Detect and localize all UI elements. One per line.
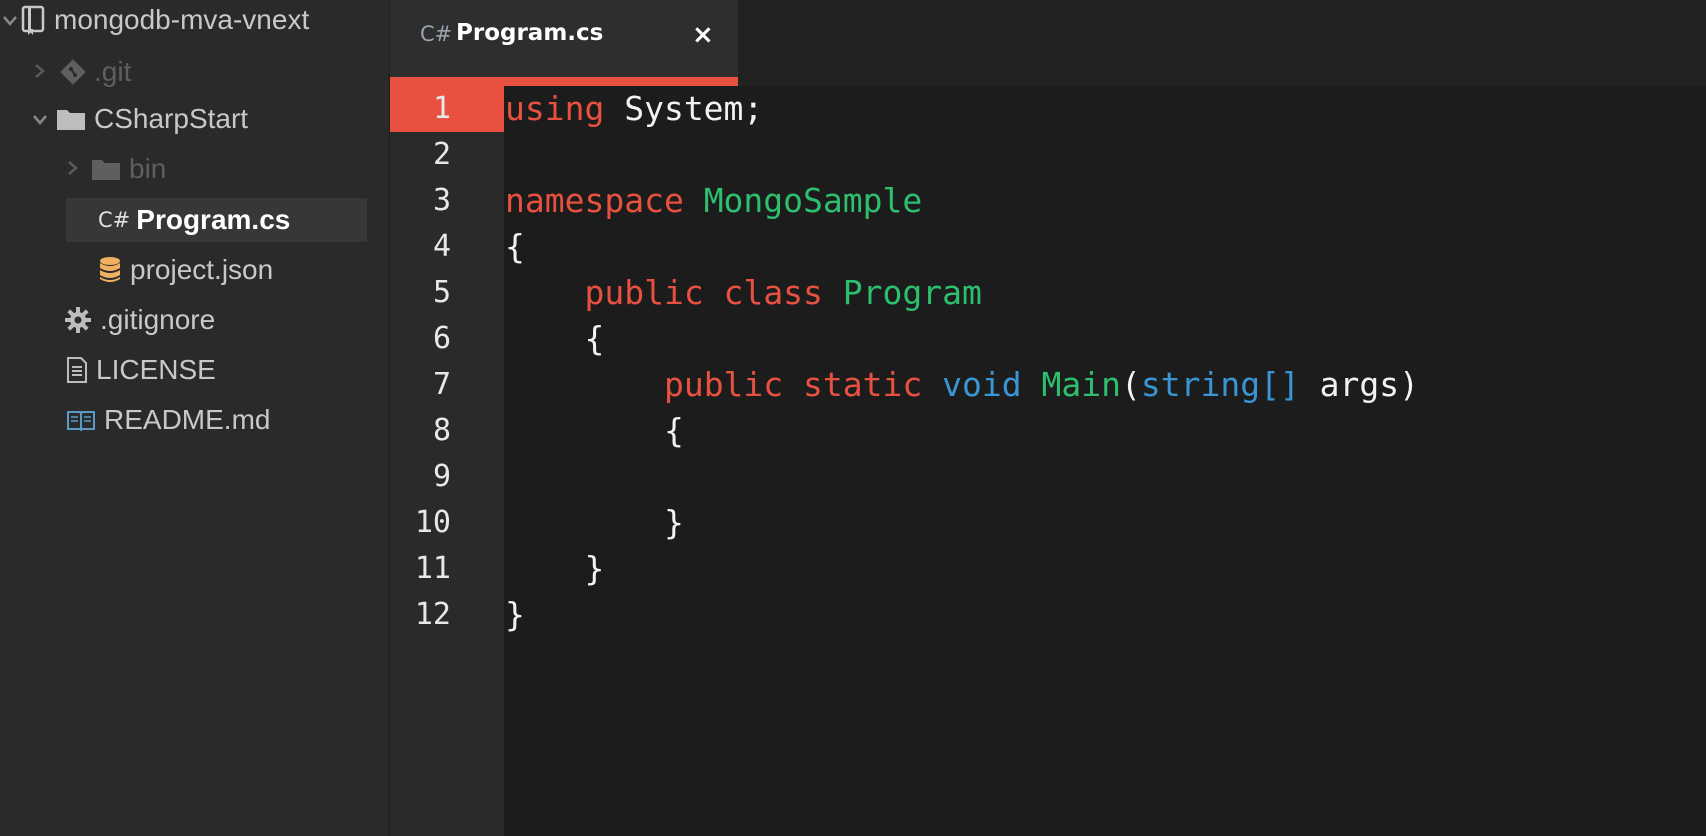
code-line[interactable]: namespace MongoSample: [505, 178, 922, 224]
tree-item-csharpstart[interactable]: CSharpStart: [30, 97, 248, 141]
code-token: System;: [604, 89, 764, 128]
code-token: args): [1299, 365, 1420, 404]
line-number: 12: [414, 597, 451, 632]
code-token: Program: [842, 273, 982, 312]
git-icon: [60, 59, 86, 85]
code-token: class: [723, 273, 823, 312]
line-number: 6: [432, 321, 451, 356]
code-token: using: [505, 89, 605, 128]
line-number: 11: [414, 551, 451, 586]
tree-item-project-json[interactable]: project.json: [98, 248, 273, 292]
tree-item-label: LICENSE: [96, 354, 216, 385]
chevron-right-icon[interactable]: [30, 61, 50, 84]
close-icon[interactable]: ×: [692, 20, 714, 50]
folder-icon: [56, 107, 86, 131]
line-number: 3: [432, 183, 451, 218]
code-token: }: [505, 595, 525, 634]
book-icon: [66, 408, 96, 432]
repo-icon: [20, 5, 46, 35]
line-number: 2: [432, 137, 451, 172]
line-number: 10: [414, 505, 451, 540]
line-number: 1: [432, 91, 451, 126]
chevron-down-icon[interactable]: [30, 108, 50, 131]
code-line[interactable]: {: [505, 224, 525, 270]
code-token: }: [505, 549, 605, 588]
tree-item-program-cs[interactable]: C# Program.cs: [98, 198, 290, 242]
code-token: namespace: [505, 181, 684, 220]
chevron-down-icon[interactable]: [0, 9, 20, 32]
code-line[interactable]: public static void Main(string[] args): [505, 362, 1419, 408]
code-line[interactable]: public class Program: [505, 270, 982, 316]
tab-bar: C# Program.cs ×: [390, 0, 1706, 86]
active-tab-indicator: [390, 77, 738, 86]
database-icon: [98, 256, 122, 284]
tab-program-cs[interactable]: C# Program.cs ×: [390, 0, 738, 86]
code-line[interactable]: }: [505, 592, 525, 638]
code-token: MongoSample: [703, 181, 923, 220]
folder-icon: [91, 157, 121, 181]
code-token: public: [584, 273, 704, 312]
tree-item-git[interactable]: .git: [30, 50, 131, 94]
code-token: {: [505, 227, 525, 266]
tree-root-repo[interactable]: mongodb-mva-vnext: [0, 0, 309, 42]
code-token: Main: [1041, 365, 1121, 404]
tree-item-label: .git: [94, 56, 132, 87]
code-token: {: [505, 411, 684, 450]
document-icon: [66, 356, 88, 384]
tree-item-label: CSharpStart: [94, 103, 249, 134]
csharp-icon: C#: [98, 208, 131, 232]
code-line[interactable]: }: [505, 546, 604, 592]
tree-item-label: bin: [129, 153, 167, 184]
line-number: 8: [432, 413, 451, 448]
code-line[interactable]: using System;: [505, 86, 763, 132]
code-line[interactable]: {: [505, 316, 604, 362]
csharp-icon: C#: [420, 22, 453, 46]
tree-item-readme[interactable]: README.md: [66, 398, 270, 442]
line-number: 9: [432, 459, 451, 494]
code-token: static: [803, 365, 923, 404]
code-line[interactable]: }: [505, 500, 684, 546]
tree-item-label: README.md: [104, 404, 271, 435]
tree-item-label: Program.cs: [136, 204, 291, 235]
code-token: void: [942, 365, 1022, 404]
code-line[interactable]: {: [505, 408, 684, 454]
tree-item-label: mongodb-mva-vnext: [54, 4, 310, 35]
tree-item-bin[interactable]: bin: [63, 147, 166, 191]
tree-item-label: .gitignore: [100, 304, 216, 335]
line-number: 7: [432, 367, 451, 402]
line-number: 5: [432, 275, 451, 310]
tree-item-gitignore[interactable]: .gitignore: [64, 298, 215, 342]
gear-icon: [64, 306, 92, 334]
tree-item-license[interactable]: LICENSE: [66, 348, 216, 392]
code-token: public: [663, 365, 784, 404]
line-number: 4: [432, 229, 451, 264]
tab-title: Program.cs: [456, 20, 604, 46]
tree-item-label: project.json: [130, 254, 274, 285]
file-tree-sidebar: mongodb-mva-vnext .git CSharpStart bin C…: [0, 0, 390, 836]
code-token: string[]: [1140, 365, 1300, 404]
code-token: (: [1120, 365, 1141, 404]
code-token: }: [505, 503, 684, 542]
code-token: {: [505, 319, 605, 358]
chevron-right-icon[interactable]: [63, 158, 83, 181]
